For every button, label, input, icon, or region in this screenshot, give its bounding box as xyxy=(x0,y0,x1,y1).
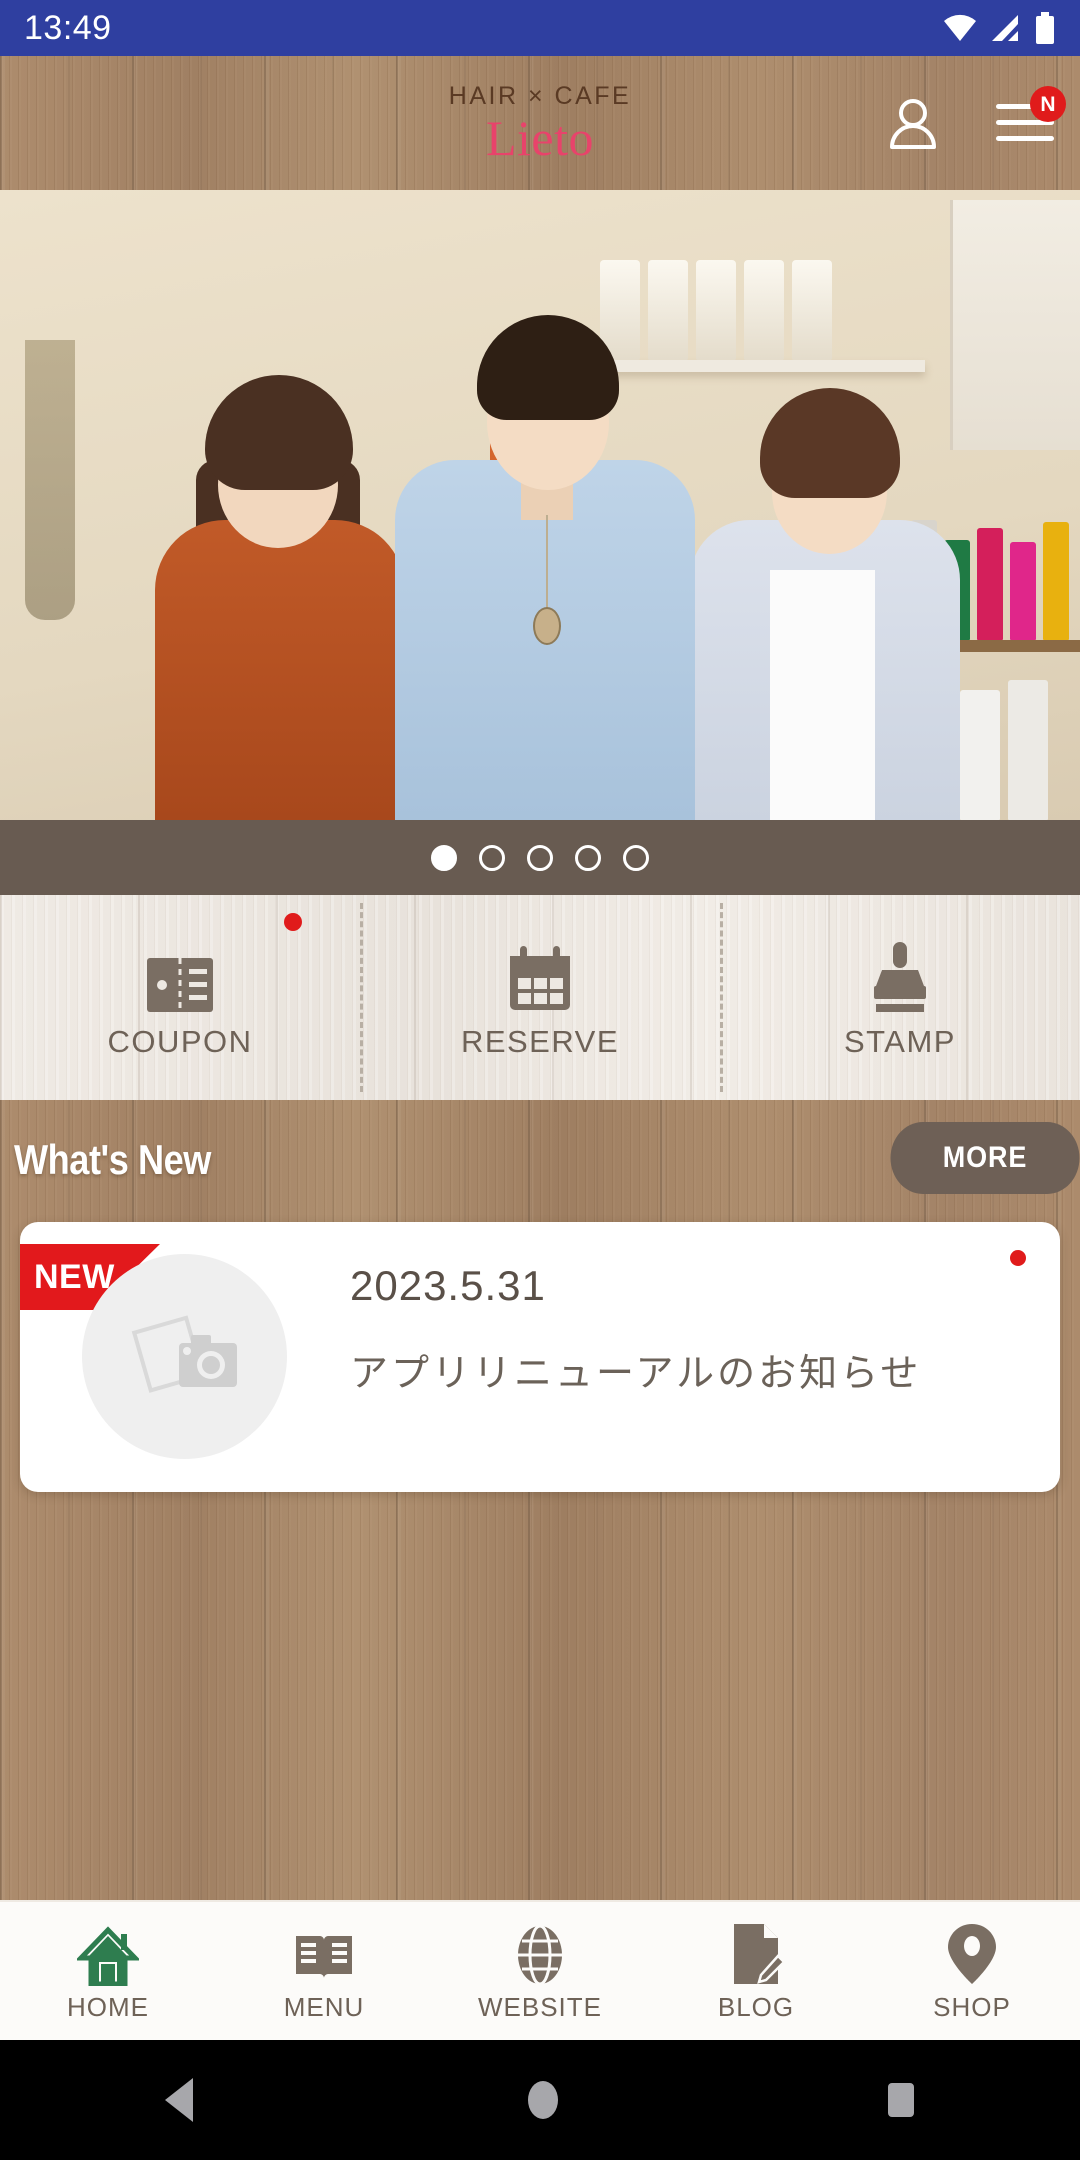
news-date: 2023.5.31 xyxy=(350,1262,546,1309)
quick-action-label: COUPON xyxy=(107,1023,253,1059)
menu-button[interactable]: N xyxy=(992,86,1066,156)
news-title: アプリリニューアルのお知らせ xyxy=(350,1351,922,1395)
nav-label: HOME xyxy=(67,1991,149,2022)
battery-icon xyxy=(1036,12,1054,44)
menu-notification-badge: N xyxy=(1030,86,1066,122)
status-bar: 13:49 xyxy=(0,0,1080,56)
map-pin-icon xyxy=(946,1920,998,1986)
news-section: What's New MORE NEW 2023.5.31 アプリリニューアルの… xyxy=(0,1100,1080,1900)
cellular-signal-icon xyxy=(992,15,1018,41)
globe-icon xyxy=(512,1920,568,1986)
hero-product-shelf xyxy=(585,360,925,372)
nav-item-shop[interactable]: SHOP xyxy=(864,1902,1080,2040)
coupon-ticket-icon xyxy=(145,936,215,1014)
nav-item-website[interactable]: WEBSITE xyxy=(432,1902,648,2040)
logo-subtitle: HAIR × CAFE xyxy=(448,81,632,110)
carousel-indicator-bar xyxy=(0,820,1080,895)
nav-label: MENU xyxy=(283,1991,365,2022)
nav-item-blog[interactable]: BLOG xyxy=(648,1902,864,2040)
news-thumbnail xyxy=(82,1254,287,1459)
photo-camera-placeholder-icon xyxy=(131,1314,237,1393)
status-clock: 13:49 xyxy=(24,9,112,47)
nav-label: BLOG xyxy=(717,1991,795,2022)
status-icon-group xyxy=(942,12,1056,44)
system-home-button[interactable] xyxy=(523,2074,563,2126)
wifi-icon xyxy=(944,14,976,41)
carousel-dot-2[interactable] xyxy=(479,844,505,871)
coupon-notification-dot xyxy=(284,913,302,931)
news-unread-dot xyxy=(1010,1250,1026,1266)
quick-action-reserve[interactable]: RESERVE xyxy=(360,895,720,1100)
news-text-block: 2023.5.31 アプリリニューアルのお知らせ xyxy=(350,1262,921,1397)
home-circle-icon xyxy=(528,2081,558,2119)
quick-action-coupon[interactable]: COUPON xyxy=(0,895,360,1100)
header-icon-group: N xyxy=(880,86,1066,156)
quick-action-label: RESERVE xyxy=(460,1023,620,1059)
nav-label: WEBSITE xyxy=(477,1991,602,2022)
hero-person-left xyxy=(155,520,405,820)
hero-dried-plant xyxy=(25,340,75,620)
nav-item-home[interactable]: HOME xyxy=(0,1902,216,2040)
carousel-dot-4[interactable] xyxy=(575,844,601,871)
account-button[interactable] xyxy=(880,90,946,156)
system-recents-button[interactable] xyxy=(881,2074,921,2126)
quick-action-label: STAMP xyxy=(844,1023,956,1059)
hero-carousel-image[interactable] xyxy=(0,190,1080,820)
nav-item-menu[interactable]: MENU xyxy=(216,1902,432,2040)
news-header: What's New MORE xyxy=(0,1100,1080,1220)
carousel-dot-3[interactable] xyxy=(527,844,553,871)
app-logo: HAIR × CAFE Lieto xyxy=(448,81,632,166)
page-title: What's New xyxy=(14,1136,211,1183)
phone-screen: 13:49 HAIR × CAFE Lieto N COUPON RESERVE… xyxy=(0,0,1080,2160)
carousel-dot-5[interactable] xyxy=(623,844,649,871)
nav-label: SHOP xyxy=(933,1991,1011,2022)
news-more-button[interactable]: MORE xyxy=(890,1122,1080,1194)
news-list-item[interactable]: NEW 2023.5.31 アプリリニューアルのお知らせ xyxy=(20,1222,1060,1492)
stamp-icon xyxy=(868,936,932,1014)
quick-action-stamp[interactable]: STAMP xyxy=(720,895,1080,1100)
home-icon xyxy=(77,1920,139,1986)
carousel-dot-1[interactable] xyxy=(431,844,457,871)
logo-title: Lieto xyxy=(485,109,595,166)
open-book-icon xyxy=(292,1920,356,1986)
calendar-icon xyxy=(504,936,576,1014)
bottom-navigation-bar: HOME MENU WEBSITE BLOG SHOP xyxy=(0,1900,1080,2040)
back-triangle-icon xyxy=(165,2078,193,2122)
person-icon xyxy=(890,99,936,149)
quick-action-bar: COUPON RESERVE STAMP xyxy=(0,895,1080,1100)
hero-cabinet xyxy=(950,200,1080,450)
android-system-nav xyxy=(0,2040,1080,2160)
document-pen-icon xyxy=(728,1920,784,1986)
system-back-button[interactable] xyxy=(159,2074,205,2126)
app-header: HAIR × CAFE Lieto N xyxy=(0,56,1080,190)
recents-square-icon xyxy=(888,2083,914,2117)
